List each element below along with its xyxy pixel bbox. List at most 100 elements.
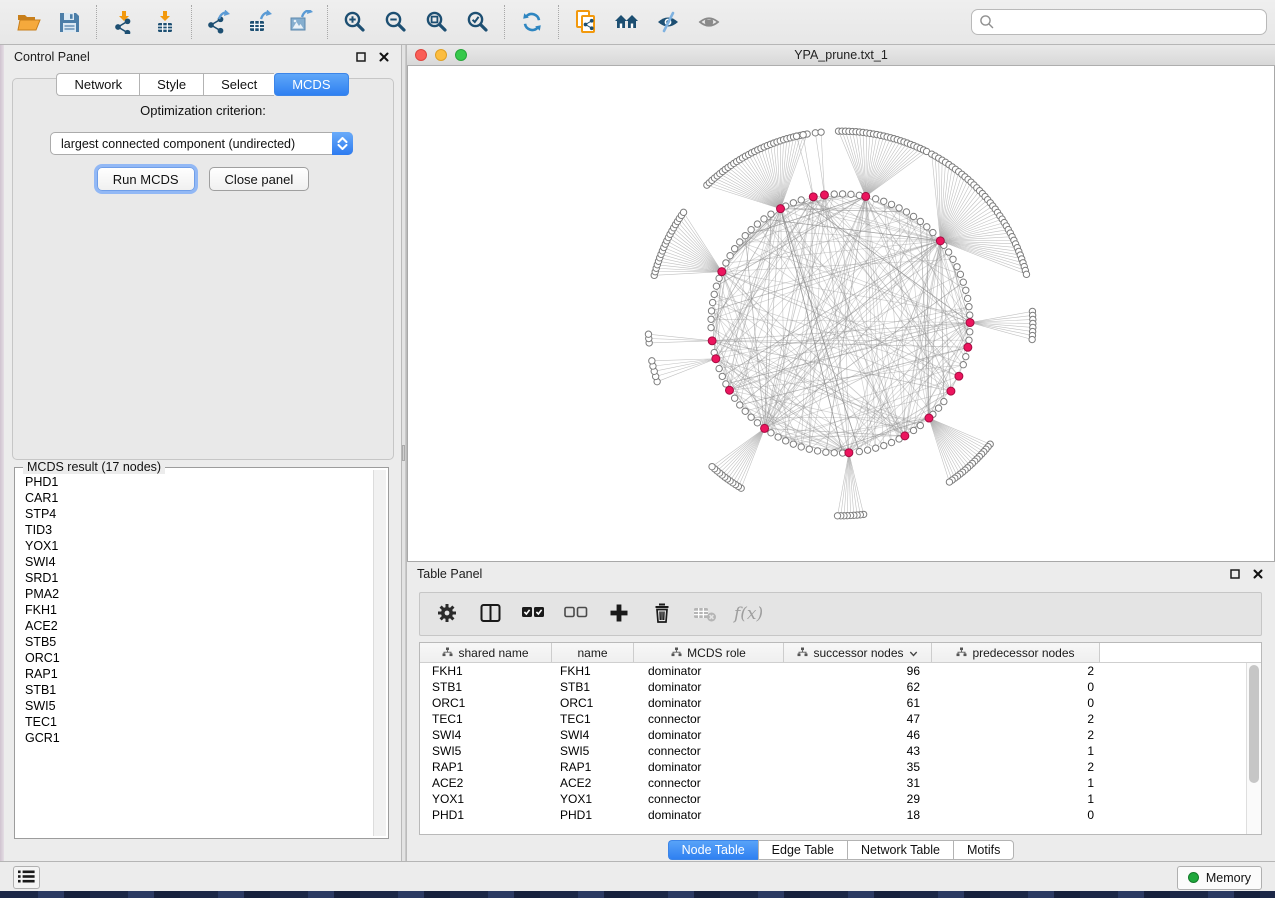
import-table-icon	[153, 10, 177, 34]
zoom-in-button[interactable]	[334, 3, 375, 41]
tab-motifs[interactable]: Motifs	[953, 840, 1014, 860]
float-panel-button[interactable]	[354, 50, 368, 64]
table-row[interactable]: STB1STB1dominator620	[420, 679, 1246, 695]
show-panel-button[interactable]	[688, 3, 729, 41]
close-window-icon[interactable]	[415, 49, 427, 61]
mcds-result-item[interactable]: SWI4	[17, 554, 372, 570]
mcds-result-item[interactable]: SWI5	[17, 698, 372, 714]
table-toolbar: f(x)	[419, 592, 1262, 636]
cell-name: SWI4	[552, 727, 634, 743]
mcds-result-scrollbar[interactable]	[373, 470, 386, 836]
mcds-result-item[interactable]: SRD1	[17, 570, 372, 586]
table-row[interactable]: PHD1PHD1dominator180	[420, 807, 1246, 823]
cell-predecessor-nodes: 0	[932, 695, 1100, 711]
tab-network-table[interactable]: Network Table	[847, 840, 953, 860]
mcds-result-item[interactable]: TID3	[17, 522, 372, 538]
close-panel-icon-button[interactable]	[377, 50, 391, 64]
network-canvas[interactable]	[407, 66, 1275, 562]
cell-name: ACE2	[552, 775, 634, 791]
run-mcds-button[interactable]: Run MCDS	[97, 167, 195, 191]
select-all-button[interactable]	[520, 599, 546, 629]
delete-table-button	[692, 599, 718, 629]
mcds-result-item[interactable]: PMA2	[17, 586, 372, 602]
deselect-all-button[interactable]	[563, 599, 589, 629]
close-panel-button[interactable]: Close panel	[209, 167, 310, 191]
mcds-result-item[interactable]: STB5	[17, 634, 372, 650]
mcds-result-title: MCDS result (17 nodes)	[23, 460, 165, 474]
workspace: YPA_prune.txt_1 Table Panel f(x) shared …	[406, 45, 1275, 861]
tab-node-table[interactable]: Node Table	[668, 840, 758, 860]
table-row[interactable]: ACE2ACE2connector311	[420, 775, 1246, 791]
delete-column-button[interactable]	[649, 599, 675, 629]
refresh-layout-button[interactable]	[511, 3, 552, 41]
tab-select[interactable]: Select	[203, 73, 274, 96]
table-row[interactable]: TEC1TEC1connector472	[420, 711, 1246, 727]
export-table-button[interactable]	[239, 3, 280, 41]
open-file-button[interactable]	[8, 3, 49, 41]
splitter-handle[interactable]	[402, 445, 405, 461]
cell-predecessor-nodes: 2	[932, 711, 1100, 727]
mcds-result-item[interactable]: ORC1	[17, 650, 372, 666]
network-home-button[interactable]	[606, 3, 647, 41]
task-history-button[interactable]	[13, 866, 40, 889]
tab-edge-table[interactable]: Edge Table	[758, 840, 847, 860]
zoom-out-button[interactable]	[375, 3, 416, 41]
maximize-window-icon[interactable]	[455, 49, 467, 61]
zoom-fit-button[interactable]	[416, 3, 457, 41]
import-table-button[interactable]	[144, 3, 185, 41]
column-label: shared name	[458, 646, 528, 660]
table-row[interactable]: YOX1YOX1connector291	[420, 791, 1246, 807]
toolbar-separator	[504, 5, 505, 39]
tab-mcds[interactable]: MCDS	[274, 73, 348, 96]
memory-button[interactable]: Memory	[1177, 866, 1262, 890]
float-table-panel-button[interactable]	[1228, 567, 1242, 581]
mcds-result-item[interactable]: STB1	[17, 682, 372, 698]
control-panel-tabs: NetworkStyleSelectMCDS	[4, 73, 401, 96]
mcds-result-item[interactable]: FKH1	[17, 602, 372, 618]
add-column-button[interactable]	[606, 599, 632, 629]
cell-successor-nodes: 18	[784, 807, 932, 823]
column-header-MCDS-role[interactable]: MCDS role	[634, 643, 784, 662]
mcds-result-item[interactable]: TEC1	[17, 714, 372, 730]
mcds-result-item[interactable]: RAP1	[17, 666, 372, 682]
mcds-result-item[interactable]: GCR1	[17, 730, 372, 746]
column-label: successor nodes	[813, 646, 903, 660]
table-scrollbar[interactable]	[1246, 663, 1261, 834]
memory-label: Memory	[1206, 871, 1251, 885]
optimization-criterion-select[interactable]: largest connected component (undirected)	[50, 132, 353, 155]
import-network-icon	[112, 10, 136, 34]
table-row[interactable]: FKH1FKH1dominator962	[420, 663, 1246, 679]
hide-panel-button[interactable]	[647, 3, 688, 41]
column-header-name[interactable]: name	[552, 643, 634, 662]
save-session-button[interactable]	[49, 3, 90, 41]
function-builder-icon: f(x)	[731, 601, 765, 628]
export-image-button[interactable]	[280, 3, 321, 41]
split-view-button[interactable]	[477, 599, 503, 629]
column-header-successor-nodes[interactable]: successor nodes	[784, 643, 932, 662]
table-row[interactable]: SWI5SWI5connector431	[420, 743, 1246, 759]
mcds-result-item[interactable]: YOX1	[17, 538, 372, 554]
import-network-button[interactable]	[103, 3, 144, 41]
column-label: name	[577, 646, 607, 660]
tab-style[interactable]: Style	[139, 73, 203, 96]
tab-network[interactable]: Network	[56, 73, 139, 96]
column-header-predecessor-nodes[interactable]: predecessor nodes	[932, 643, 1100, 662]
mcds-result-item[interactable]: STP4	[17, 506, 372, 522]
zoom-selected-button[interactable]	[457, 3, 498, 41]
table-settings-button[interactable]	[434, 599, 460, 629]
cell-successor-nodes: 31	[784, 775, 932, 791]
export-network-button[interactable]	[198, 3, 239, 41]
mcds-result-item[interactable]: CAR1	[17, 490, 372, 506]
table-row[interactable]: ORC1ORC1dominator610	[420, 695, 1246, 711]
search-input[interactable]	[971, 9, 1267, 35]
mcds-result-item[interactable]: ACE2	[17, 618, 372, 634]
column-header-shared-name[interactable]: shared name	[420, 643, 552, 662]
close-table-panel-button[interactable]	[1251, 567, 1265, 581]
table-body: FKH1FKH1dominator962STB1STB1dominator620…	[420, 663, 1246, 834]
table-row[interactable]: SWI4SWI4dominator462	[420, 727, 1246, 743]
minimize-window-icon[interactable]	[435, 49, 447, 61]
mcds-result-item[interactable]: PHD1	[17, 474, 372, 490]
duplicate-network-button[interactable]	[565, 3, 606, 41]
table-row[interactable]: RAP1RAP1dominator352	[420, 759, 1246, 775]
table-scrollbar-thumb[interactable]	[1249, 665, 1259, 783]
